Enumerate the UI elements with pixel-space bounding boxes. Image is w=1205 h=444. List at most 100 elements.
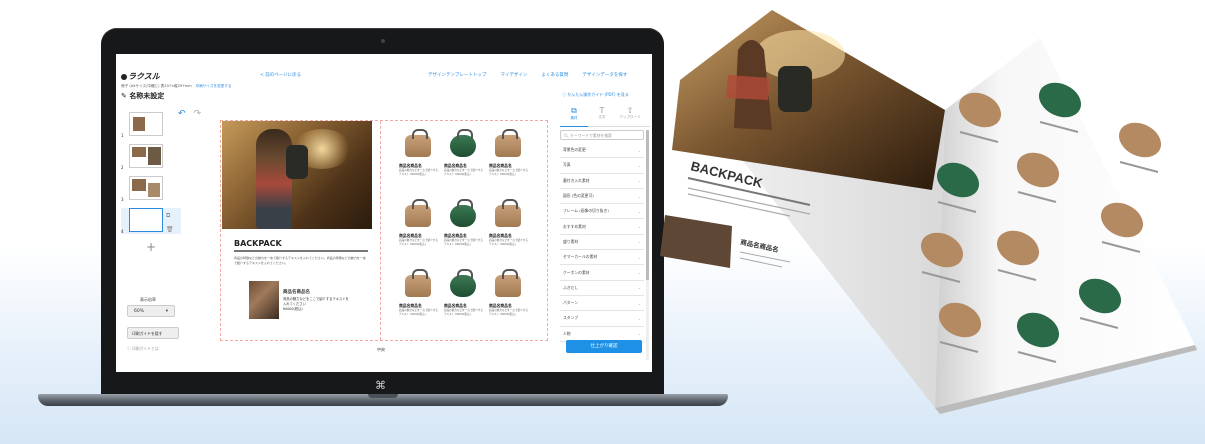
lower-product-desc-line: 入れてください [283, 301, 306, 306]
chevron-down-icon: ⌄ [637, 254, 641, 260]
category-item[interactable]: クーポンの素材 ⌄ [560, 265, 644, 281]
product-desc: 商品の魅力などを一言で紹介するテキスト ¥0000(税込) [399, 239, 438, 246]
back-link[interactable]: < 前のページに戻る [260, 72, 301, 78]
category-label: セマーカールの素材 [563, 254, 598, 260]
page-number: 2 [121, 165, 124, 170]
category-item[interactable]: おすすめ素材 ⌄ [560, 219, 644, 235]
material-search-input[interactable]: 🔍︎ キーワードで素材を検索 [560, 130, 644, 140]
document-title-text: 名称未設定 [129, 92, 165, 100]
product-desc: 商品の魅力などを一言で紹介するテキスト ¥0000(税込) [444, 239, 483, 246]
chevron-down-icon: ⌄ [637, 270, 641, 276]
add-page-button[interactable]: + [146, 240, 156, 254]
hide-guide-button[interactable]: 印刷ガイドを隠す [127, 327, 179, 339]
thumb-image [129, 144, 163, 168]
product-card[interactable]: 商品名商品名 商品の魅力などを一言で紹介するテキスト ¥0000(税込) [444, 265, 484, 325]
backpack-image [405, 269, 431, 297]
spread-title[interactable]: BACKPACK [234, 239, 282, 248]
change-size-link[interactable]: 印刷サイズを変更する [196, 84, 232, 88]
category-item[interactable]: 墨付き入れ素材 ⌄ [560, 174, 644, 189]
category-item[interactable]: セマーカールの素材 ⌄ [560, 250, 644, 266]
spread-description[interactable]: 商品の特徴などの魅力を一言で紹介するテキストを入れてください。商品の特徴などの魅… [234, 256, 368, 265]
nav-faq[interactable]: よくある質問 [541, 72, 568, 78]
chevron-down-icon: ▾ [165, 309, 168, 314]
category-item[interactable]: フレーム (画像の切り抜き) ⌄ [560, 204, 644, 220]
chevron-down-icon: ⌄ [637, 224, 641, 230]
page-thumb-2[interactable]: 2 [121, 144, 181, 170]
nav-find-data[interactable]: デザインデータを探す [582, 72, 627, 78]
editor-screen: ラクスル < 前のページに戻る デザインテンプレートトップ マイデザイン よくあ… [116, 54, 652, 372]
document-title[interactable]: ✎ 名称未設定 [121, 91, 164, 101]
category-item[interactable]: 盛り素材 ⌄ [560, 235, 644, 251]
tab-upload[interactable]: ⇧ アップロード [618, 106, 642, 121]
zoom-select[interactable]: 60% ▾ [127, 305, 175, 317]
chevron-down-icon: ⌄ [637, 300, 641, 306]
tab-materials[interactable]: ⧉ 素材 [562, 106, 586, 121]
page-thumb-3[interactable]: 3 [121, 176, 181, 202]
category-item[interactable]: 図形 (色の変更可) ⌄ [560, 189, 644, 205]
chevron-down-icon: ⌄ [637, 193, 641, 199]
panel-scrollbar[interactable] [646, 130, 649, 360]
backpack-image [495, 129, 521, 157]
page-thumb-4[interactable]: 4 ⧉ 🗑 [121, 208, 181, 234]
category-label: スタンプ [563, 315, 579, 321]
tab-label: 素材 [570, 116, 578, 120]
finish-preview-button[interactable]: 仕上がり確認 [566, 340, 642, 353]
page-number: 3 [121, 197, 124, 202]
page-thumb-1[interactable]: 1 [121, 112, 181, 138]
product-card[interactable]: 商品名商品名 商品の魅力などを一言で紹介するテキスト ¥0000(税込) [444, 125, 484, 185]
category-item[interactable]: スタンプ ⌄ [560, 311, 644, 327]
category-label: 図形 (色の変更可) [563, 193, 594, 199]
chevron-down-icon: ⌄ [637, 239, 641, 245]
product-desc: 商品の魅力などを一言で紹介するテキスト ¥0000(税込) [444, 309, 483, 316]
backpack-image [405, 129, 431, 157]
category-item[interactable]: ふきだし ⌄ [560, 281, 644, 296]
tab-underline [560, 126, 650, 127]
product-card[interactable]: 商品名商品名 商品の魅力などを一言で紹介するテキスト ¥0000(税込) [399, 265, 439, 325]
thumb-image [129, 208, 163, 232]
spread-center-line [380, 121, 381, 340]
product-card[interactable]: 商品名商品名 商品の魅力などを一言で紹介するテキスト ¥0000(税込) [399, 195, 439, 255]
backpack-image [450, 129, 476, 157]
lower-product-name: 商品名商品名 [283, 290, 310, 295]
search-placeholder: キーワードで素材を検索 [570, 133, 612, 138]
page-spread[interactable]: BACKPACK 商品の特徴などの魅力を一言で紹介するテキストを入れてください。… [220, 120, 548, 341]
product-card[interactable]: 商品名商品名 商品の魅力などを一言で紹介するテキスト ¥0000(税込) [489, 125, 529, 185]
category-label: おすすめ素材 [563, 223, 586, 229]
copy-icon[interactable]: ⧉ [166, 212, 174, 220]
guide-help-text: 印刷ガイドとは [132, 346, 159, 351]
lower-photo[interactable] [249, 281, 279, 319]
category-label: パターン [563, 300, 578, 306]
hero-photo[interactable] [222, 121, 372, 229]
tab-text[interactable]: T 文字 [590, 106, 614, 121]
chevron-down-icon: ⌄ [637, 178, 641, 184]
product-card[interactable]: 商品名商品名 商品の魅力などを一言で紹介するテキスト ¥0000(税込) [489, 265, 529, 325]
category-item[interactable]: 背景色の変更 ⌄ [560, 143, 644, 159]
catalog-lower-name: 商品名商品名 [740, 237, 780, 254]
nav-template-top[interactable]: デザインテンプレートトップ [428, 72, 486, 78]
tab-label: アップロード [619, 115, 641, 119]
logo-mark-icon [121, 73, 127, 80]
nav-my-design[interactable]: マイデザイン [500, 72, 527, 78]
category-label: フレーム (画像の切り抜き) [563, 208, 609, 214]
chevron-down-icon: ⌄ [637, 162, 641, 168]
page-number: 1 [121, 133, 124, 138]
lower-product-text[interactable]: 商品名商品名 商品の魅力などをここで紹介するテキストを 入れてください ¥000… [283, 290, 349, 312]
catalog-lower-lines [739, 251, 791, 268]
chevron-down-icon: ⌄ [637, 285, 641, 291]
backpack-image [450, 199, 476, 227]
product-card[interactable]: 商品名商品名 商品の魅力などを一言で紹介するテキスト ¥0000(税込) [444, 195, 484, 255]
category-label: 写真 [563, 162, 571, 168]
category-item[interactable]: パターン ⌄ [560, 296, 644, 312]
hero-backpack [286, 145, 308, 179]
tab-label: 文字 [598, 115, 606, 119]
product-card[interactable]: 商品名商品名 商品の魅力などを一言で紹介するテキスト ¥0000(税込) [399, 125, 439, 185]
redo-icon[interactable]: ↷ [194, 109, 202, 119]
brand-logo[interactable]: ラクスル [121, 71, 160, 82]
product-info-text: 冊子 (A4サイズ/中綴じ) 表207×縦297mm [121, 84, 192, 88]
category-item[interactable]: 写真 ⌄ [560, 158, 644, 174]
guide-pdf-link[interactable]: ⓘ かんたん操作ガイド (PDF) を見る [562, 92, 629, 98]
trash-icon[interactable]: 🗑 [166, 226, 174, 233]
product-card[interactable]: 商品名商品名 商品の魅力などを一言で紹介するテキスト ¥0000(税込) [489, 195, 529, 255]
guide-pdf-text: かんたん操作ガイド (PDF) を見る [567, 92, 629, 97]
guide-help-link[interactable]: ⓘ 印刷ガイドとは [127, 346, 159, 352]
